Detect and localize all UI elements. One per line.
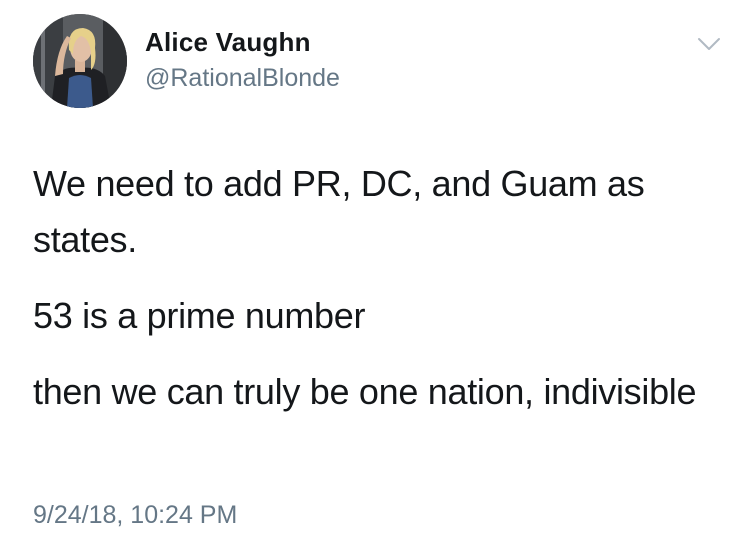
avatar[interactable] xyxy=(33,14,127,108)
tweet-paragraph: 53 is a prime number xyxy=(33,295,366,336)
tweet-text: We need to add PR, DC, and Guam as state… xyxy=(33,156,723,440)
user-handle[interactable]: @RationalBlonde xyxy=(145,64,340,93)
tweet-paragraph: We need to add PR, DC, and Guam as state… xyxy=(33,163,645,260)
tweet-timestamp[interactable]: 9/24/18, 10:24 PM xyxy=(33,501,237,530)
tweet-paragraph: then we can truly be one nation, indivis… xyxy=(33,371,697,412)
display-name[interactable]: Alice Vaughn xyxy=(145,27,311,58)
profile-photo-icon xyxy=(33,14,127,108)
chevron-down-icon[interactable] xyxy=(697,36,721,52)
tweet-card: Alice Vaughn @RationalBlonde We need to … xyxy=(0,0,750,555)
